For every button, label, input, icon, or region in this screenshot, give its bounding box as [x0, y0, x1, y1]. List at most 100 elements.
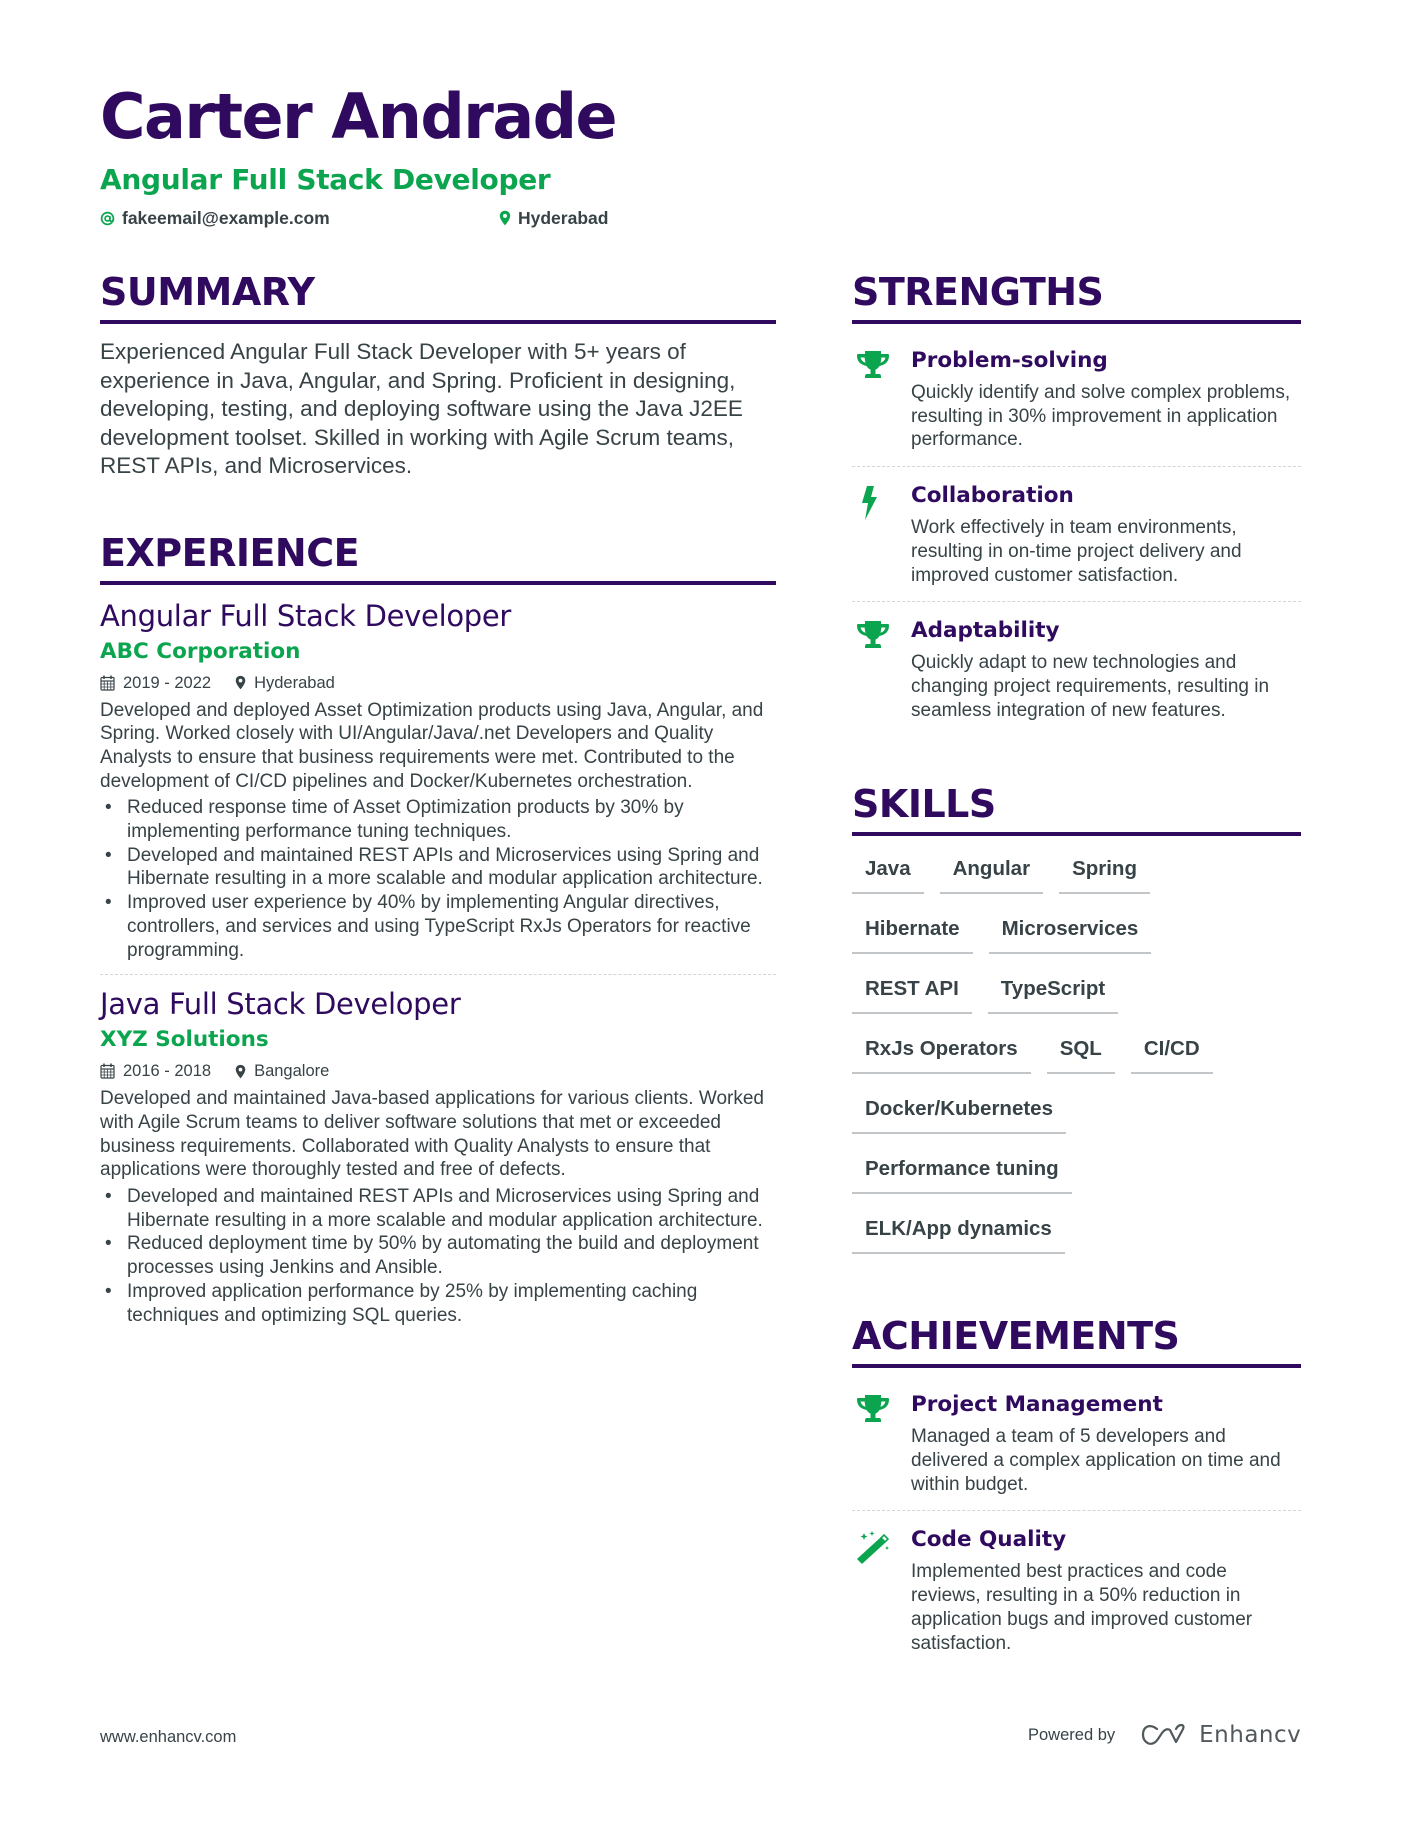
enhancv-logo[interactable]: Enhancv — [1141, 1722, 1301, 1748]
skill-tag: Java — [852, 848, 924, 895]
candidate-title: Angular Full Stack Developer — [100, 163, 551, 196]
job-dates: 2019 - 2022 — [100, 673, 211, 693]
at-icon — [100, 211, 115, 226]
map-pin-icon — [235, 1064, 246, 1079]
strength-description: Quickly adapt to new technologies and ch… — [911, 652, 1270, 721]
strength-title: Adaptability — [911, 618, 1060, 644]
strength-description: Work effectively in team environments, r… — [911, 517, 1242, 586]
job-meta: 2016 - 2018 Bangalore — [100, 1061, 776, 1081]
strengths-section: STRENGTHS Problem-solving Quickly identi… — [852, 268, 1301, 736]
experience-item: Java Full Stack Developer XYZ Solutions … — [100, 985, 776, 1327]
skills-list: Java Angular Spring Hibernate Microservi… — [852, 848, 1301, 1268]
job-description: Developed and maintained Java-based appl… — [100, 1088, 764, 1181]
experience-section: EXPERIENCE Angular Full Stack Developer … — [100, 529, 776, 1328]
job-bullet: Reduced response time of Asset Optimizat… — [100, 796, 776, 843]
magic-wand-icon — [852, 1525, 911, 1655]
strength-title: Collaboration — [911, 483, 1074, 509]
strengths-list: Problem-solving Quickly identify and sol… — [852, 338, 1301, 736]
trophy-icon — [852, 346, 911, 452]
company-name: XYZ Solutions — [100, 1027, 269, 1053]
resume-header: Carter Andrade Angular Full Stack Develo… — [100, 80, 1320, 230]
left-column: SUMMARY Experienced Angular Full Stack D… — [100, 268, 776, 1327]
right-column: STRENGTHS Problem-solving Quickly identi… — [852, 268, 1301, 1669]
achievements-list: Project Management Managed a team of 5 d… — [852, 1382, 1301, 1669]
location-text: Bangalore — [254, 1062, 330, 1081]
map-pin-icon — [499, 210, 511, 226]
footer-website-link[interactable]: www.enhancv.com — [100, 1728, 236, 1747]
trophy-icon — [852, 1390, 911, 1496]
job-bullet: Reduced deployment time by 50% by automa… — [100, 1232, 776, 1279]
strength-item: Problem-solving Quickly identify and sol… — [852, 338, 1301, 466]
skill-tag: Microservices — [988, 908, 1152, 955]
job-bullets: Developed and maintained REST APIs and M… — [100, 1185, 776, 1327]
item-divider — [100, 974, 776, 976]
lightning-bolt-icon — [852, 481, 911, 587]
job-bullet: Improved application performance by 25% … — [100, 1280, 776, 1327]
map-pin-icon — [235, 675, 246, 690]
job-description: Developed and deployed Asset Optimizatio… — [100, 699, 764, 792]
location-text: Hyderabad — [254, 673, 335, 692]
job-meta: 2019 - 2022 Hyderabad — [100, 673, 776, 693]
experience-item: Angular Full Stack Developer ABC Corpora… — [100, 585, 776, 963]
dates-text: 2019 - 2022 — [123, 673, 212, 692]
section-divider — [852, 832, 1301, 837]
achievement-item: Project Management Managed a team of 5 d… — [852, 1382, 1301, 1510]
contact-info: fakeemail@example.com Hyderabad — [100, 206, 1320, 230]
experience-heading: EXPERIENCE — [100, 530, 360, 575]
strength-item: Collaboration Work effectively in team e… — [852, 466, 1301, 601]
location-text: Hyderabad — [518, 208, 609, 228]
section-divider — [100, 320, 776, 324]
strength-item: Adaptability Quickly adapt to new techno… — [852, 601, 1301, 736]
job-location: Bangalore — [235, 1061, 329, 1081]
calendar-icon — [100, 675, 115, 691]
achievements-heading: ACHIEVEMENTS — [852, 1314, 1180, 1359]
job-bullet: Developed and maintained REST APIs and M… — [100, 1185, 776, 1232]
section-divider — [852, 1364, 1301, 1369]
strengths-heading: STRENGTHS — [852, 270, 1104, 314]
company-name: ABC Corporation — [100, 638, 301, 664]
skill-tag: Docker/Kubernetes — [852, 1088, 1066, 1135]
skill-tag: Performance tuning — [852, 1148, 1072, 1195]
skill-tag: TypeScript — [987, 968, 1119, 1015]
achievement-title: Project Management — [911, 1392, 1163, 1418]
skill-tag: ELK/App dynamics — [852, 1208, 1065, 1255]
job-role: Angular Full Stack Developer — [100, 598, 512, 633]
skill-tag: Angular — [939, 848, 1044, 895]
job-bullets: Reduced response time of Asset Optimizat… — [100, 796, 776, 962]
candidate-name: Carter Andrade — [100, 80, 618, 153]
email-text: fakeemail@example.com — [122, 208, 330, 228]
skill-tag: CI/CD — [1130, 1028, 1213, 1075]
achievements-section: ACHIEVEMENTS Project Management Managed … — [852, 1312, 1301, 1669]
strength-description: Quickly identify and solve complex probl… — [911, 382, 1291, 451]
footer-branding: Powered by Enhancv — [1028, 1722, 1301, 1748]
enhancv-logo-icon — [1142, 1723, 1185, 1745]
job-dates: 2016 - 2018 — [100, 1061, 211, 1081]
skill-tag: Spring — [1059, 848, 1150, 895]
summary-text: Experienced Angular Full Stack Developer… — [100, 339, 743, 478]
skill-tag: SQL — [1046, 1028, 1115, 1075]
section-divider — [852, 320, 1301, 324]
job-role: Java Full Stack Developer — [100, 987, 461, 1022]
powered-by-label: Powered by — [1028, 1725, 1116, 1744]
trophy-icon — [852, 616, 911, 722]
skill-tag: RxJs Operators — [852, 1028, 1031, 1075]
skills-heading: SKILLS — [852, 782, 996, 827]
achievement-description: Implemented best practices and code revi… — [911, 1561, 1253, 1654]
contact-location: Hyderabad — [499, 206, 608, 230]
skill-tag: Hibernate — [852, 908, 973, 955]
achievement-description: Managed a team of 5 developers and deliv… — [911, 1426, 1281, 1495]
contact-email[interactable]: fakeemail@example.com — [100, 206, 499, 230]
skill-tag: REST API — [852, 968, 972, 1015]
achievement-item: Code Quality Implemented best practices … — [852, 1510, 1301, 1669]
job-bullet: Developed and maintained REST APIs and M… — [100, 844, 776, 891]
summary-heading: SUMMARY — [100, 270, 315, 314]
calendar-icon — [100, 1063, 115, 1079]
dates-text: 2016 - 2018 — [123, 1062, 212, 1081]
skills-section: SKILLS Java Angular Spring Hibernate Mic… — [852, 780, 1301, 1268]
enhancv-brand-name: Enhancv — [1199, 1722, 1302, 1748]
achievement-title: Code Quality — [911, 1527, 1067, 1553]
summary-section: SUMMARY Experienced Angular Full Stack D… — [100, 268, 776, 481]
job-location: Hyderabad — [235, 673, 335, 693]
job-bullet: Improved user experience by 40% by imple… — [100, 891, 776, 962]
strength-title: Problem-solving — [911, 348, 1108, 373]
